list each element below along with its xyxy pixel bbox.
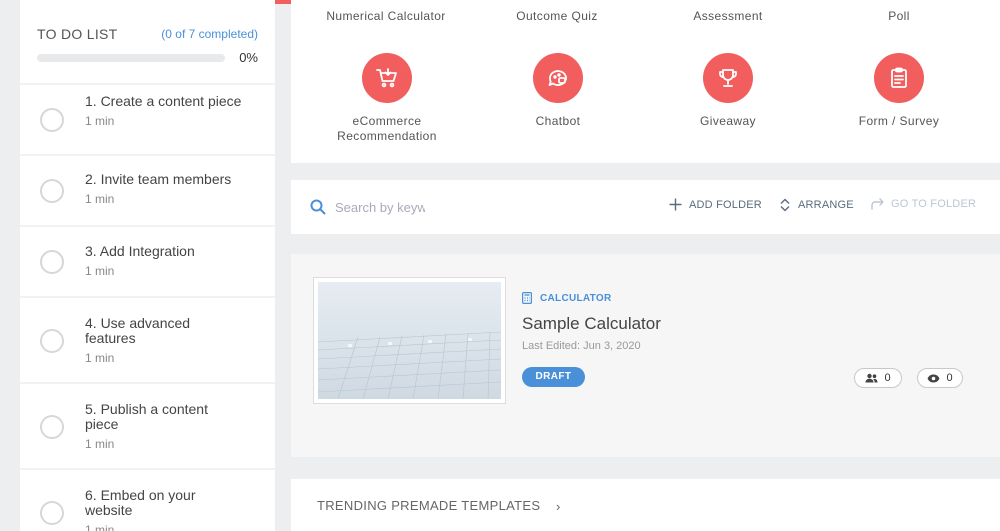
todo-item-time: 1 min [85,523,115,531]
todo-checkbox[interactable] [40,250,64,274]
todo-item-time: 1 min [85,192,115,206]
collaborators-count: 0 [884,372,891,384]
todo-item-time: 1 min [85,437,115,451]
todo-item-publish[interactable]: 5. Publish a content piece 1 min [20,384,275,468]
todo-completed-count: (0 of 7 completed) [161,27,258,41]
trophy-icon [703,53,753,103]
calculator-icon [522,292,532,304]
todo-list: 1. Create a content piece 1 min 2. Invit… [20,85,275,531]
content-type-label: Giveaway [700,114,756,128]
go-to-folder-label: GO TO FOLDER [891,198,977,210]
todo-checkbox[interactable] [40,108,64,132]
content-type-giveaway[interactable]: Giveaway [633,53,823,129]
thumbnail-image [318,282,501,399]
todo-item-label: 6. Embed on your website [85,487,196,518]
todo-header: TO DO LIST (0 of 7 completed) 0% [20,0,275,83]
todo-item-invite-team[interactable]: 2. Invite team members 1 min [20,156,275,225]
add-folder-label: ADD FOLDER [689,198,762,211]
users-icon [865,373,878,383]
arrange-button[interactable]: ARRANGE [779,198,854,212]
todo-item-time: 1 min [85,351,115,365]
clipboard-icon [874,53,924,103]
todo-item-label: 2. Invite team members [85,171,232,187]
todo-title: TO DO LIST [37,26,118,42]
search-input[interactable] [335,197,425,217]
todo-item-add-integration[interactable]: 3. Add Integration 1 min [20,227,275,296]
plus-icon [669,198,682,211]
content-type-poll[interactable]: Poll [804,7,994,25]
todo-item-time: 1 min [85,264,115,278]
todo-sidebar: TO DO LIST (0 of 7 completed) 0% 1. Crea… [20,0,275,531]
chatbot-icon [533,53,583,103]
building-illustration [318,331,501,399]
content-type-label: Outcome Quiz [516,9,598,23]
views-pill[interactable]: 0 [917,368,963,388]
content-type-assessment[interactable]: Assessment [633,7,823,25]
eye-icon [927,374,940,382]
content-toolbar: ADD FOLDER ARRANGE GO TO FOLDER [291,180,1000,234]
content-type-label: eCommerce Recommendation [337,114,437,143]
todo-item-label: 3. Add Integration [85,243,195,259]
todo-item-label: 4. Use advanced features [85,315,191,346]
collaborators-pill[interactable]: 0 [854,368,902,388]
content-type-label: Assessment [693,9,763,23]
todo-item-label: 5. Publish a content piece [85,401,208,432]
content-type-grid: Numerical Calculator Outcome Quiz Assess… [291,0,1000,163]
content-title[interactable]: Sample Calculator [522,314,661,334]
content-card[interactable]: CALCULATOR Sample Calculator Last Edited… [291,254,1000,457]
todo-checkbox[interactable] [40,501,64,525]
content-type-label: Form / Survey [858,114,940,128]
todo-progress-percent: 0% [239,50,258,65]
todo-item-create-content[interactable]: 1. Create a content piece 1 min [20,85,275,154]
redirect-arrow-icon [871,198,884,210]
todo-checkbox[interactable] [40,415,64,439]
todo-progress-bar [37,53,226,62]
arrange-label: ARRANGE [798,199,854,211]
content-type-label: Numerical Calculator [326,9,446,23]
chevron-right-icon[interactable]: › [556,499,560,514]
status-badge: DRAFT [522,367,585,387]
content-type-form-survey[interactable]: Form / Survey [804,53,994,129]
todo-checkbox[interactable] [40,329,64,353]
content-type-label: Poll [888,9,910,23]
views-count: 0 [946,372,953,384]
todo-item-embed[interactable]: 6. Embed on your website 1 min [20,470,275,531]
todo-item-time: 1 min [85,114,115,128]
content-type-label: Chatbot [535,114,581,128]
content-thumbnail[interactable] [313,277,506,404]
content-type-outcome-quiz[interactable]: Outcome Quiz [462,7,652,25]
search-icon [310,199,326,215]
trending-templates-section[interactable]: TRENDING PREMADE TEMPLATES › [291,479,1000,531]
todo-item-advanced-features[interactable]: 4. Use advanced features 1 min [20,298,275,382]
content-type-numerical-calculator[interactable]: Numerical Calculator [291,7,481,25]
add-folder-button[interactable]: ADD FOLDER [669,198,762,211]
go-to-folder-button[interactable]: GO TO FOLDER [871,198,976,210]
todo-item-label: 1. Create a content piece [85,93,242,109]
todo-checkbox[interactable] [40,179,64,203]
trending-templates-heading[interactable]: TRENDING PREMADE TEMPLATES [317,498,540,513]
content-type-chatbot[interactable]: Chatbot [463,53,653,129]
content-type-ecommerce[interactable]: eCommerce Recommendation [292,53,482,144]
last-edited-date: Last Edited: Jun 3, 2020 [522,340,641,352]
cart-icon [362,53,412,103]
sort-icon [780,198,790,212]
content-type-tag: CALCULATOR [522,292,612,304]
content-type-name: CALCULATOR [540,292,612,304]
